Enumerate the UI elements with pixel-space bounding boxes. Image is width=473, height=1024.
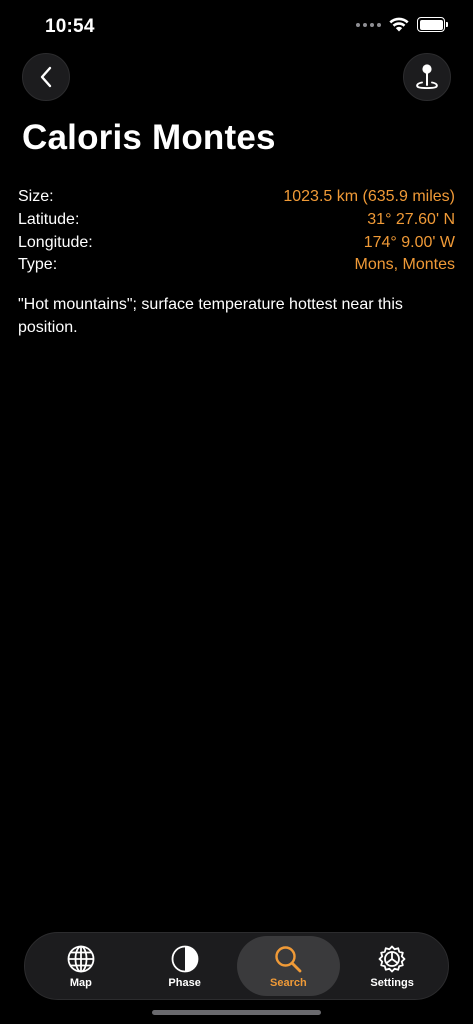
map-pin-icon — [416, 64, 438, 90]
detail-value: 31° 27.60' N — [367, 211, 455, 229]
locate-on-map-button[interactable] — [403, 53, 451, 101]
tab-bar: Map Phase Search Settings — [24, 932, 449, 1000]
detail-label: Type: — [18, 256, 58, 274]
detail-label: Size: — [18, 188, 54, 206]
detail-value: Mons, Montes — [354, 256, 455, 274]
tab-label: Settings — [370, 976, 414, 989]
detail-row-type: Type: Mons, Montes — [18, 254, 455, 277]
wifi-icon — [389, 17, 409, 32]
tab-label: Map — [69, 976, 92, 989]
half-circle-icon — [171, 945, 199, 972]
tab-label: Phase — [168, 976, 201, 989]
battery-icon — [417, 17, 448, 32]
status-icons — [356, 17, 448, 32]
detail-row-latitude: Latitude: 31° 27.60' N — [18, 209, 455, 232]
home-indicator[interactable] — [152, 1010, 321, 1015]
tab-map[interactable]: Map — [29, 936, 133, 996]
feature-description: "Hot mountains"; surface temperature hot… — [18, 296, 403, 336]
search-icon — [275, 945, 302, 972]
tab-phase[interactable]: Phase — [133, 936, 237, 996]
screen: 10:54 Caloris Montes Size: 1023.5 km (63… — [0, 0, 473, 1024]
status-time: 10:54 — [45, 16, 95, 37]
tab-search[interactable]: Search — [236, 936, 341, 996]
detail-value: 174° 9.00' W — [363, 233, 455, 251]
detail-label: Latitude: — [18, 211, 80, 229]
globe-icon — [67, 945, 95, 972]
status-bar: 10:54 — [0, 0, 473, 54]
tab-settings[interactable]: Settings — [340, 936, 444, 996]
feature-details: Size: 1023.5 km (635.9 miles) Latitude: … — [18, 186, 455, 277]
page-title: Caloris Montes — [22, 118, 276, 157]
cellular-dots-icon — [356, 22, 381, 27]
detail-label: Longitude: — [18, 233, 93, 251]
gear-icon — [378, 945, 406, 972]
detail-value: 1023.5 km (635.9 miles) — [283, 188, 455, 206]
detail-row-size: Size: 1023.5 km (635.9 miles) — [18, 186, 455, 209]
tab-label: Search — [270, 976, 307, 989]
back-button[interactable] — [22, 53, 70, 101]
detail-row-longitude: Longitude: 174° 9.00' W — [18, 231, 455, 254]
chevron-left-icon — [40, 66, 52, 88]
